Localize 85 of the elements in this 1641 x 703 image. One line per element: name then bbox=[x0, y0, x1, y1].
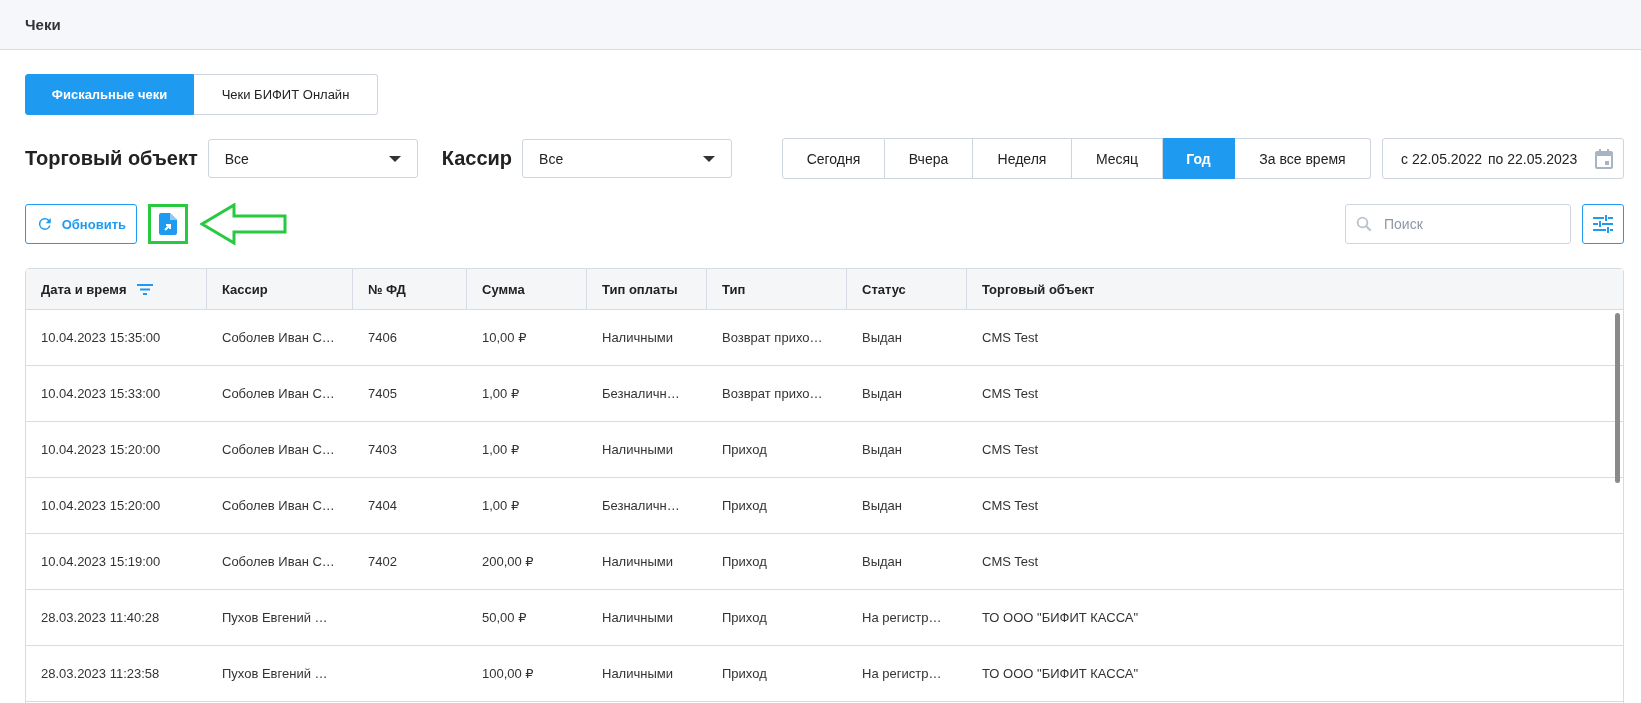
period-button[interactable]: Сегодня bbox=[782, 138, 885, 179]
table-cell: CMS Test bbox=[982, 441, 1039, 458]
table-cell: 10.04.2023 15:20:00 bbox=[41, 497, 161, 514]
table-cell: Соболев Иван С… bbox=[222, 497, 335, 514]
table-cell: Соболев Иван С… bbox=[222, 441, 335, 458]
table-cell: Соболев Иван С… bbox=[222, 385, 335, 402]
table-cell: Наличными bbox=[602, 609, 673, 626]
table-cell: Возврат прихо… bbox=[722, 385, 823, 402]
table-cell: Пухов Евгений … bbox=[222, 665, 328, 682]
table-cell: 7406 bbox=[368, 329, 397, 346]
column-header[interactable]: Дата и время bbox=[26, 269, 207, 309]
table-cell: 50,00 ₽ bbox=[482, 609, 527, 626]
calendar-icon bbox=[1595, 148, 1613, 169]
table-cell: Приход bbox=[722, 497, 767, 514]
table-cell: 10.04.2023 15:33:00 bbox=[41, 385, 161, 402]
table-cell: 10,00 ₽ bbox=[482, 329, 527, 346]
date-range-field[interactable]: с 22.05.2022 по 22.05.2023 bbox=[1382, 138, 1624, 179]
table-cell: 1,00 ₽ bbox=[482, 497, 520, 514]
table-cell: 1,00 ₽ bbox=[482, 441, 520, 458]
sort-icon[interactable] bbox=[136, 283, 153, 295]
table-cell: 7402 bbox=[368, 553, 397, 570]
table-cell: Приход bbox=[722, 441, 767, 458]
table-cell: CMS Test bbox=[982, 329, 1039, 346]
filter-label: Кассир bbox=[441, 147, 513, 170]
table-cell: На регистр… bbox=[862, 665, 942, 682]
table-cell: Наличными bbox=[602, 553, 673, 570]
column-settings-button[interactable] bbox=[1582, 204, 1624, 244]
column-header[interactable]: Тип bbox=[707, 269, 847, 309]
table-cell: Выдан bbox=[862, 385, 902, 402]
table-cell: 28.03.2023 11:23:58 bbox=[41, 665, 160, 682]
column-header[interactable]: Сумма bbox=[467, 269, 587, 309]
tab[interactable]: Чеки БИФИТ Онлайн bbox=[194, 74, 378, 115]
period-button[interactable]: За все время bbox=[1235, 138, 1371, 179]
search-field[interactable]: Поиск bbox=[1345, 204, 1571, 244]
table-cell: CMS Test bbox=[982, 553, 1039, 570]
table-cell: 200,00 ₽ bbox=[482, 553, 534, 570]
table-cell: CMS Test bbox=[982, 385, 1039, 402]
table-cell: На регистр… bbox=[862, 609, 942, 626]
caret-icon bbox=[388, 155, 401, 162]
table-cell: ТО ООО "БИФИТ КАССА" bbox=[982, 609, 1139, 626]
caret-icon bbox=[703, 155, 716, 162]
table-cell: ТО ООО "БИФИТ КАССА" bbox=[982, 665, 1139, 682]
table-cell: CMS Test bbox=[982, 497, 1039, 514]
table-cell: 7403 bbox=[368, 441, 397, 458]
table-cell: 10.04.2023 15:35:00 bbox=[41, 329, 161, 346]
table-cell: 7405 bbox=[368, 385, 397, 402]
table-cell: Приход bbox=[722, 665, 767, 682]
table-cell: Приход bbox=[722, 553, 767, 570]
table-cell: Возврат прихо… bbox=[722, 329, 823, 346]
table-cell: Выдан bbox=[862, 553, 902, 570]
table-cell: Наличными bbox=[602, 665, 673, 682]
file-export-icon[interactable] bbox=[159, 213, 177, 235]
table-cell: Выдан bbox=[862, 441, 902, 458]
table-cell: Пухов Евгений … bbox=[222, 609, 328, 626]
column-header[interactable]: Статус bbox=[847, 269, 967, 309]
column-header[interactable]: Торговый объект bbox=[967, 269, 1623, 309]
table-cell: Соболев Иван С… bbox=[222, 329, 335, 346]
table-cell: Наличными bbox=[602, 329, 673, 346]
table-cell: Безналичн… bbox=[602, 385, 680, 402]
dropdown[interactable]: Все bbox=[522, 139, 733, 178]
table-cell: Выдан bbox=[862, 329, 902, 346]
dropdown[interactable]: Все bbox=[207, 139, 418, 178]
refresh-icon bbox=[36, 215, 54, 233]
table-cell: Наличными bbox=[602, 441, 673, 458]
table-cell: Выдан bbox=[862, 497, 902, 514]
page-title: Чеки bbox=[25, 16, 61, 33]
table-cell: 10.04.2023 15:19:00 bbox=[41, 553, 161, 570]
column-header[interactable]: Кассир bbox=[207, 269, 353, 309]
table-cell: Приход bbox=[722, 609, 767, 626]
period-button[interactable]: Вчера bbox=[885, 138, 973, 179]
column-header[interactable]: № ФД bbox=[353, 269, 467, 309]
sliders-icon bbox=[1593, 215, 1613, 233]
filter-label: Торговый объект bbox=[25, 147, 198, 170]
column-header[interactable]: Тип оплаты bbox=[587, 269, 707, 309]
table-cell: 100,00 ₽ bbox=[482, 665, 534, 682]
table-cell: 1,00 ₽ bbox=[482, 385, 520, 402]
table-cell: Соболев Иван С… bbox=[222, 553, 335, 570]
period-button[interactable]: Неделя bbox=[973, 138, 1072, 179]
table-cell: 10.04.2023 15:20:00 bbox=[41, 441, 161, 458]
scrollbar-thumb[interactable] bbox=[1615, 313, 1620, 483]
table-cell: 28.03.2023 11:40:28 bbox=[41, 609, 160, 626]
table-cell: Безналичн… bbox=[602, 497, 680, 514]
table-cell: 7404 bbox=[368, 497, 397, 514]
period-button[interactable]: Месяц bbox=[1072, 138, 1163, 179]
search-icon bbox=[1355, 215, 1373, 233]
